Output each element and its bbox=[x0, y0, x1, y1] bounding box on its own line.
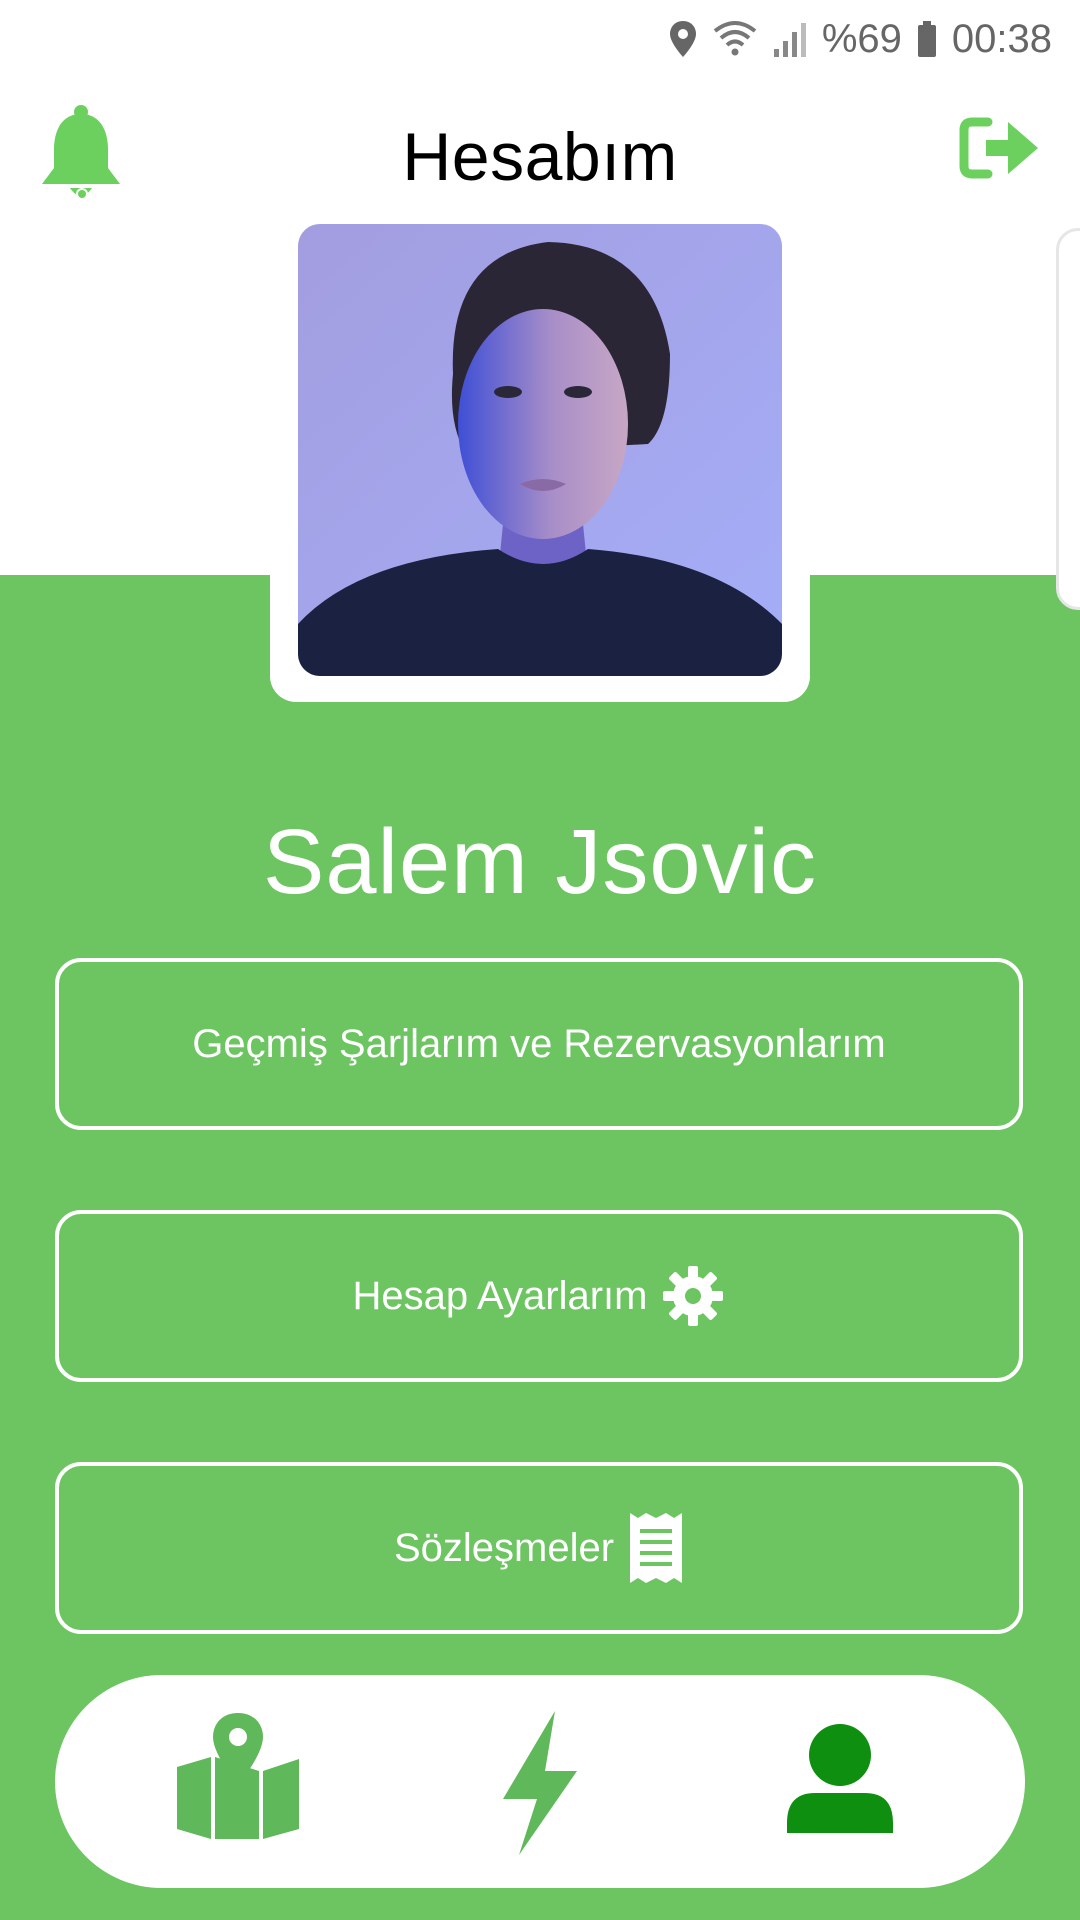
avatar[interactable] bbox=[298, 224, 782, 676]
profile-photo bbox=[298, 224, 782, 676]
nav-profile[interactable] bbox=[785, 1723, 895, 1840]
map-icon bbox=[177, 1713, 299, 1839]
side-card bbox=[1056, 228, 1080, 610]
lightning-icon bbox=[503, 1711, 577, 1855]
page-title: Hesabım bbox=[402, 119, 678, 195]
account-settings-label: Hesap Ayarlarım bbox=[352, 1273, 648, 1318]
history-button[interactable]: Geçmiş Şarjlarım ve Rezervasyonlarım bbox=[55, 958, 1023, 1130]
location-pin-icon bbox=[669, 21, 696, 57]
account-settings-button[interactable]: Hesap Ayarlarım bbox=[55, 1210, 1023, 1382]
nav-map[interactable] bbox=[175, 1711, 301, 1846]
contracts-button[interactable]: Sözleşmeler bbox=[55, 1462, 1023, 1634]
gear-icon bbox=[663, 1266, 724, 1326]
user-name: Salem Jsovic bbox=[263, 811, 817, 913]
contracts-label: Sözleşmeler bbox=[393, 1525, 615, 1570]
logout-icon bbox=[959, 117, 1038, 179]
nav-charge[interactable] bbox=[495, 1709, 581, 1862]
user-icon bbox=[787, 1724, 893, 1833]
logout-button[interactable] bbox=[958, 114, 1042, 187]
battery-icon bbox=[917, 21, 936, 57]
battery-percentage: %69 bbox=[821, 16, 902, 61]
signal-icon bbox=[773, 23, 806, 57]
history-label: Geçmiş Şarjlarım ve Rezervasyonlarım bbox=[192, 1021, 886, 1066]
wifi-icon bbox=[713, 21, 757, 56]
bottom-navigation bbox=[55, 1675, 1025, 1888]
status-bar: %69 00:38 bbox=[0, 0, 1080, 78]
app-bar: Hesabım bbox=[0, 90, 1080, 230]
clock: 00:38 bbox=[951, 16, 1052, 61]
avatar-frame bbox=[270, 210, 810, 702]
receipt-icon bbox=[630, 1513, 683, 1583]
